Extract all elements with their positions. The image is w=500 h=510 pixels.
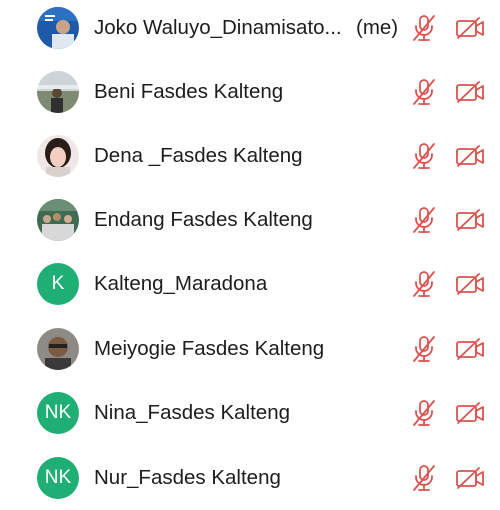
camera-off-icon[interactable]	[455, 465, 485, 491]
avatar	[37, 328, 79, 370]
participant-name: Joko Waluyo_Dinamisato...	[94, 16, 342, 39]
mic-muted-icon[interactable]	[410, 334, 438, 364]
self-indicator: (me)	[356, 16, 399, 39]
participant-name: Endang Fasdes Kalteng	[94, 208, 313, 231]
participant-row[interactable]: NK Nur_Fasdes Kalteng	[0, 446, 500, 510]
camera-off-icon[interactable]	[455, 336, 485, 362]
mic-muted-icon[interactable]	[410, 205, 438, 235]
avatar: K	[37, 263, 79, 305]
participant-row[interactable]: Dena _Fasdes Kalteng	[0, 124, 500, 188]
participant-name: Dena _Fasdes Kalteng	[94, 144, 303, 167]
participant-row[interactable]: Meiyogie Fasdes Kalteng	[0, 317, 500, 381]
avatar	[37, 199, 79, 241]
participant-name: Nur_Fasdes Kalteng	[94, 466, 281, 489]
participant-name: Beni Fasdes Kalteng	[94, 80, 284, 103]
camera-off-icon[interactable]	[455, 143, 485, 169]
mic-muted-icon[interactable]	[410, 269, 438, 299]
camera-off-icon[interactable]	[455, 79, 485, 105]
camera-off-icon[interactable]	[455, 207, 485, 233]
avatar-initials: K	[51, 273, 65, 294]
avatar: NK	[37, 457, 79, 499]
mic-muted-icon[interactable]	[410, 141, 438, 171]
participant-row[interactable]: Joko Waluyo_Dinamisato... (me)	[0, 0, 500, 60]
avatar-initials: NK	[44, 402, 72, 423]
participant-row[interactable]: Beni Fasdes Kalteng	[0, 60, 500, 124]
mic-muted-icon[interactable]	[410, 77, 438, 107]
participant-row[interactable]: Endang Fasdes Kalteng	[0, 188, 500, 252]
participant-row[interactable]: K Kalteng_Maradona	[0, 252, 500, 316]
participant-name: Nina_Fasdes Kalteng	[94, 401, 291, 424]
camera-off-icon[interactable]	[455, 400, 485, 426]
avatar: NK	[37, 392, 79, 434]
avatar	[37, 135, 79, 177]
participant-name: Kalteng_Maradona	[94, 272, 268, 295]
participant-name: Meiyogie Fasdes Kalteng	[94, 337, 325, 360]
participant-row[interactable]: NK Nina_Fasdes Kalteng	[0, 381, 500, 445]
mic-muted-icon[interactable]	[410, 13, 438, 43]
avatar	[37, 71, 79, 113]
avatar-initials: NK	[44, 467, 72, 488]
mic-muted-icon[interactable]	[410, 463, 438, 493]
avatar	[37, 7, 79, 49]
participant-list: Joko Waluyo_Dinamisato... (me) Beni Fasd…	[0, 0, 500, 500]
camera-off-icon[interactable]	[455, 271, 485, 297]
camera-off-icon[interactable]	[455, 15, 485, 41]
mic-muted-icon[interactable]	[410, 398, 438, 428]
